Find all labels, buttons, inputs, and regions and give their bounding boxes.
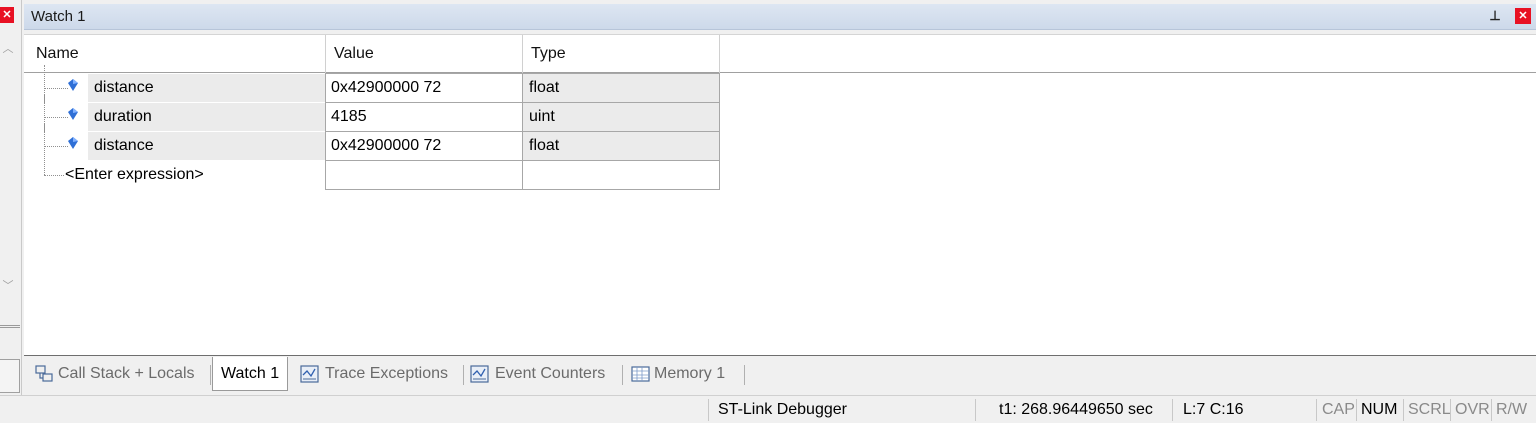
trace-icon: [300, 365, 319, 383]
variable-icon: [68, 137, 78, 149]
left-panel-close-icon[interactable]: ✕: [0, 7, 14, 23]
status-rw: R/W: [1496, 401, 1528, 418]
watch-grid: Name Value Type distance 0x42900000 72 f…: [24, 34, 1536, 356]
bottom-tab-strip: Call Stack + Locals Watch 1 Trace Except…: [24, 357, 1536, 393]
tab-memory-1[interactable]: Memory 1: [630, 357, 725, 391]
table-row[interactable]: distance 0x42900000 72 float: [24, 65, 724, 103]
tab-label: Memory 1: [654, 365, 726, 382]
tab-trace-exceptions[interactable]: Trace Exceptions: [299, 357, 448, 391]
table-row[interactable]: duration 4185 uint: [24, 94, 724, 132]
enter-expression-input[interactable]: <Enter expression>: [65, 160, 204, 190]
tree-lines: [44, 94, 90, 132]
grid-header: Name Value Type: [24, 35, 1536, 73]
column-header-name[interactable]: Name: [30, 35, 326, 73]
variable-icon: [68, 108, 78, 120]
status-time: t1: 268.96449650 sec: [999, 401, 1153, 418]
tab-label: Call Stack + Locals: [58, 365, 195, 382]
tab-label: Trace Exceptions: [325, 365, 449, 382]
tab-separator: [744, 365, 745, 385]
tab-label: Event Counters: [495, 365, 606, 382]
watch-value[interactable]: 4185: [325, 102, 523, 132]
scroll-down-icon[interactable]: ﹀: [1, 277, 15, 292]
watch-name[interactable]: distance: [88, 74, 325, 102]
status-position: L:7 C:16: [1183, 401, 1244, 418]
scroll-up-icon[interactable]: ︿: [1, 40, 15, 55]
tab-event-counters[interactable]: Event Counters: [469, 357, 605, 391]
left-panel-strip: ✕ ︿ ﹀: [0, 0, 22, 423]
watch-type: uint: [522, 102, 720, 132]
watch-type-empty: [522, 160, 720, 190]
status-ovr: OVR: [1455, 401, 1490, 418]
tab-label: Watch 1: [221, 365, 280, 382]
tree-lines: [44, 123, 90, 161]
watch-name[interactable]: duration: [88, 103, 325, 131]
tab-watch-1[interactable]: Watch 1: [212, 357, 289, 391]
status-cap: CAP: [1322, 401, 1355, 418]
status-num: NUM: [1361, 401, 1398, 418]
variable-icon: [68, 79, 78, 91]
watch-type: float: [522, 73, 720, 103]
table-row[interactable]: distance 0x42900000 72 float: [24, 123, 724, 161]
tab-call-stack-locals[interactable]: Call Stack + Locals: [34, 357, 195, 391]
watch-name[interactable]: distance: [88, 132, 325, 160]
status-debugger: ST-Link Debugger: [718, 401, 847, 418]
column-header-type[interactable]: Type: [523, 35, 720, 73]
tab-separator: [210, 365, 211, 385]
splitter-grip[interactable]: [0, 325, 20, 328]
call-stack-icon: [35, 365, 53, 382]
status-scrl: SCRL: [1408, 401, 1451, 418]
tab-separator: [463, 365, 464, 385]
watch-value[interactable]: 0x42900000 72: [325, 73, 523, 103]
watch-value-empty[interactable]: [325, 160, 523, 190]
watch-type: float: [522, 131, 720, 161]
tab-separator: [622, 365, 623, 385]
tree-lines: [44, 65, 90, 103]
status-bar: ST-Link Debugger t1: 268.96449650 sec L:…: [0, 395, 1536, 423]
left-panel-tab-area: [0, 359, 20, 393]
pin-icon[interactable]: ⊥: [1488, 8, 1502, 24]
window-titlebar: Watch 1 ⊥ ✕: [24, 4, 1536, 30]
window-title: Watch 1: [31, 8, 86, 25]
memory-icon: [631, 366, 650, 382]
watch-value[interactable]: 0x42900000 72: [325, 131, 523, 161]
counter-icon: [470, 365, 489, 383]
close-icon[interactable]: ✕: [1515, 8, 1531, 24]
enter-expression-row[interactable]: <Enter expression>: [24, 152, 724, 190]
column-header-value[interactable]: Value: [326, 35, 523, 73]
